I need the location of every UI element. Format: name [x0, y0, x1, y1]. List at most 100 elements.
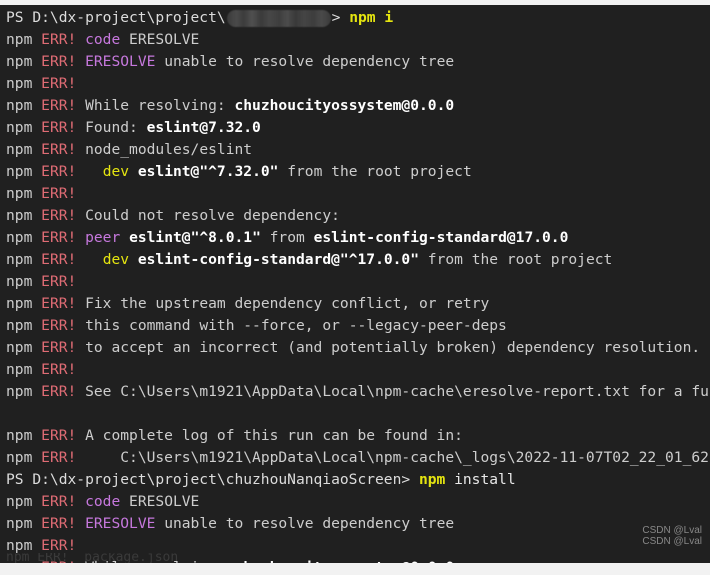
npm-prefix: npm	[6, 53, 42, 70]
npm-err-line: npm ERR! node_modules/eslint	[6, 139, 710, 161]
token: eslint-config-standard@"^17.0.0"	[137, 251, 420, 268]
err-marker: ERR!	[41, 119, 77, 136]
token: Could not resolve dependency:	[85, 207, 340, 224]
token: this command with --force, or --legacy-p…	[85, 317, 507, 334]
token: eslint@"^8.0.1"	[129, 229, 261, 246]
terminal-window[interactable]: PS D:\dx-project\project\ > npm i npm ERR!…	[0, 5, 710, 563]
bottom-light-band	[0, 563, 710, 575]
prompt-caret: >	[331, 9, 350, 26]
blank	[6, 405, 15, 422]
command-npm-i: npm i	[349, 9, 394, 26]
token: ERESOLVE	[85, 515, 156, 532]
err-marker: ERR!	[41, 515, 77, 532]
npm-err-line: npm ERR! While resolving: chuzhoucityoss…	[6, 95, 710, 117]
token: peer	[85, 229, 121, 246]
err-marker: ERR!	[41, 229, 77, 246]
token: eslint-config-standard@17.0.0	[313, 229, 569, 246]
npm-err-line: npm ERR! Found: eslint@7.32.0	[6, 117, 710, 139]
prompt-path: PS D:\dx-project\project\chuzhouNanqiaoS…	[6, 471, 419, 488]
token: Found:	[85, 119, 147, 136]
npm-err-line: npm ERR! code ERESOLVE	[6, 491, 710, 513]
npm-err-line: npm ERR! ERESOLVE unable to resolve depe…	[6, 513, 710, 535]
npm-prefix: npm	[6, 427, 42, 444]
err-marker: ERR!	[41, 537, 77, 554]
err-marker: ERR!	[41, 31, 77, 48]
token: Fix the upstream dependency conflict, or…	[85, 295, 490, 312]
npm-err-line: npm ERR! code ERESOLVE	[6, 29, 710, 51]
npm-prefix: npm	[6, 163, 42, 180]
npm-prefix: npm	[6, 75, 42, 92]
npm-err-line: npm ERR! ERESOLVE unable to resolve depe…	[6, 51, 710, 73]
npm-prefix: npm	[6, 229, 42, 246]
token: ERESOLVE	[129, 31, 200, 48]
npm-prefix: npm	[6, 207, 42, 224]
npm-prefix: npm	[6, 97, 42, 114]
token: from the root project	[278, 163, 472, 180]
token: eslint@7.32.0	[146, 119, 261, 136]
npm-err-line: npm ERR!	[6, 73, 710, 95]
npm-prefix: npm	[6, 493, 42, 510]
err-marker: ERR!	[41, 449, 77, 466]
npm-prefix: npm	[6, 119, 42, 136]
npm-err-line: npm ERR! peer eslint@"^8.0.1" from eslin…	[6, 227, 710, 249]
token: A complete log of this run can be found …	[85, 427, 463, 444]
prompt-path: PS D:\dx-project\project\	[6, 9, 226, 26]
npm-err-line: npm ERR! A complete log of this run can …	[6, 425, 710, 447]
npm-err-line: npm ERR!	[6, 359, 710, 381]
token: C:\Users\m1921\AppData\Local\npm-cache\_…	[120, 449, 710, 466]
npm-err-line: npm ERR! this command with --force, or -…	[6, 315, 710, 337]
npm-err-line: npm ERR! See C:\Users\m1921\AppData\Loca…	[6, 381, 710, 403]
token: eslint@"^7.32.0"	[137, 163, 279, 180]
npm-err-line: npm ERR!	[6, 271, 710, 293]
npm-err-line: npm ERR! to accept an incorrect (and pot…	[6, 337, 710, 359]
token: from the root project	[419, 251, 613, 268]
err-marker: ERR!	[41, 185, 77, 202]
err-marker: ERR!	[41, 251, 77, 268]
npm-prefix: npm	[6, 317, 42, 334]
npm-prefix: npm	[6, 185, 42, 202]
npm-err-line: npm ERR! dev eslint-config-standard@"^17…	[6, 249, 710, 271]
command-npm: npm	[418, 471, 446, 488]
npm-prefix: npm	[6, 515, 42, 532]
err-marker: ERR!	[41, 339, 77, 356]
err-marker: ERR!	[41, 75, 77, 92]
clipped-bottom-line: npm ERR! package.json	[6, 553, 179, 563]
npm-prefix: npm	[6, 31, 42, 48]
token: node_modules/eslint	[85, 141, 253, 158]
npm-prefix: npm	[6, 273, 42, 290]
token: While resolving:	[85, 97, 235, 114]
npm-err-line: npm ERR! C:\Users\m1921\AppData\Local\np…	[6, 447, 710, 469]
npm-prefix: npm	[6, 361, 42, 378]
npm-err-line: npm ERR!	[6, 183, 710, 205]
npm-prefix: npm	[6, 449, 42, 466]
token: unable to resolve dependency tree	[155, 53, 455, 70]
prompt-line-1: PS D:\dx-project\project\ > npm i	[6, 7, 710, 29]
npm-prefix: npm	[6, 251, 42, 268]
err-marker: ERR!	[41, 273, 77, 290]
npm-err-line: npm ERR! Could not resolve dependency:	[6, 205, 710, 227]
err-marker: ERR!	[41, 295, 77, 312]
token: ERESOLVE	[129, 493, 200, 510]
token: See C:\Users\m1921\AppData\Local\npm-cac…	[85, 383, 710, 400]
screenshot-root: PS D:\dx-project\project\ > npm i npm ERR!…	[0, 0, 710, 575]
err-marker: ERR!	[41, 53, 77, 70]
err-marker: ERR!	[41, 141, 77, 158]
npm-prefix: npm	[6, 295, 42, 312]
